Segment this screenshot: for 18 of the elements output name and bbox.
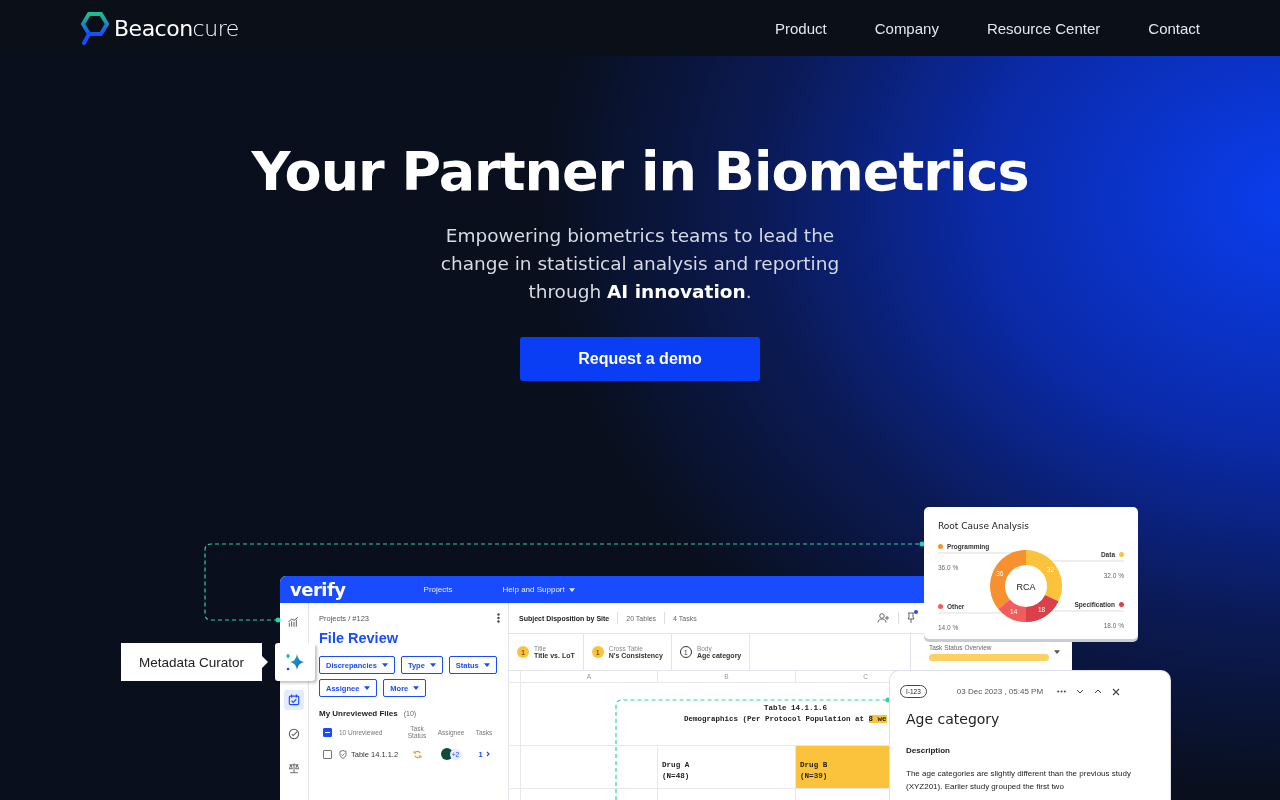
nav-link[interactable]: Company <box>874 19 939 37</box>
hero-title: Your Partner in Biometrics <box>251 139 1029 205</box>
nav-link[interactable]: Product <box>775 19 827 37</box>
app-logo[interactable]: verify <box>290 579 346 600</box>
hero-subtitle: Empowering biometrics teams to lead the change in statistical analysis and reporting through AI innovation. <box>439 224 841 304</box>
nav-link[interactable]: Contact <box>1148 19 1200 37</box>
card-title: Root Cause Analysis <box>938 521 1029 531</box>
top-nav-item[interactable]: Help and Support <box>502 585 575 594</box>
nav-link[interactable]: Resource Center <box>986 19 1101 37</box>
metadata-curator-tooltip: Metadata Curator <box>121 643 268 681</box>
issue-title: Age category <box>906 711 1001 727</box>
issue-date: 03 Dec 2023 , 05:45 PM <box>956 687 1044 696</box>
top-nav-item[interactable]: Projects <box>423 585 453 594</box>
page-title: File Review <box>319 630 399 646</box>
donut-center-label: RCA <box>1016 581 1036 592</box>
list-title: My Unreviewed Files <box>319 709 398 718</box>
brand-name[interactable]: Beaconcure <box>114 15 239 41</box>
request-demo-button[interactable]: Request a demo <box>520 337 760 381</box>
